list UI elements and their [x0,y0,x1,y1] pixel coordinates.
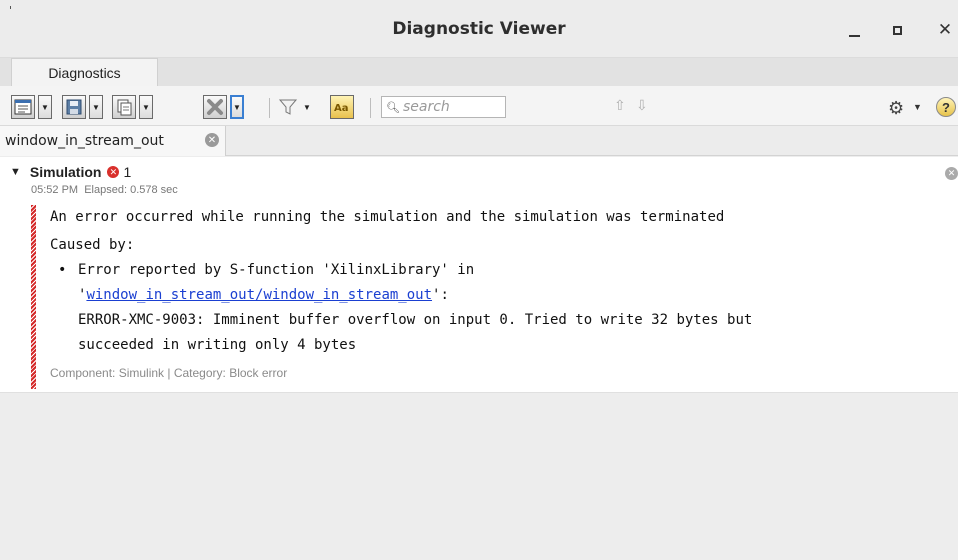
copy-dropdown[interactable]: ▼ [139,95,153,119]
toolbar-separator [269,98,270,118]
svg-text:Aa: Aa [334,103,349,114]
cause-line-1: Error reported by S-function 'XilinxLibr… [78,262,475,278]
block-path-link[interactable]: window_in_stream_out/window_in_stream_ou… [86,287,432,303]
dismiss-icon[interactable]: ✕ [945,167,958,180]
tab-diagnostics[interactable]: Diagnostics [11,58,158,86]
tab-strip: Diagnostics [0,58,958,86]
cause-line-4: succeeded in writing only 4 bytes [78,337,357,353]
caret-down-icon: ▼ [41,102,49,112]
save-dropdown[interactable]: ▼ [89,95,103,119]
error-message: An error occurred while running the simu… [50,209,725,225]
error-icon: ✕ [107,166,120,178]
timestamp: 05:52 PM [31,184,79,196]
diagnostic-panel: ▼ Simulation ✕ 1 05:52 PM Elapsed: 0.578… [0,157,958,393]
cause-line-2: 'window_in_stream_out/window_in_stream_o… [78,287,449,303]
maximize-icon [892,25,902,35]
error-count: 1 [123,164,132,180]
close-icon: ✕ [937,20,953,39]
timestamp-line: 05:52 PM Elapsed: 0.578 sec [31,184,178,196]
collapse-triangle-icon[interactable]: ▼ [10,166,21,178]
copy-button[interactable] [112,95,136,119]
error-marker-bar [31,205,36,389]
settings-caret-icon[interactable]: ▼ [913,102,922,112]
clear-button[interactable] [203,95,227,119]
caret-down-icon: ▼ [142,102,150,112]
title-bar: Diagnostic Viewer ✕ [0,0,958,58]
minimize-button[interactable] [843,20,865,40]
save-icon [66,99,82,115]
simulation-header[interactable]: ▼ Simulation ✕ 1 [10,164,131,180]
save-tool-group: ▼ [62,95,103,119]
cause-line-3: ERROR-XMC-9003: Imminent buffer overflow… [78,312,753,328]
elapsed-time: Elapsed: 0.578 sec [84,184,178,196]
document-tab[interactable]: window_in_stream_out ✕ [0,126,226,156]
search-box[interactable]: 🔍︎ [381,96,506,118]
report-dropdown[interactable]: ▼ [38,95,52,119]
toolbar-separator [370,98,371,118]
document-tab-strip: window_in_stream_out ✕ [0,126,958,156]
search-icon: 🔍︎ [386,101,400,114]
filter-caret-icon[interactable]: ▼ [303,103,311,112]
next-match-icon[interactable]: ⇩ [636,97,648,114]
caret-down-icon: ▼ [92,102,100,112]
component-category: Component: Simulink | Category: Block er… [50,366,288,380]
report-button[interactable] [11,95,35,119]
document-tab-label: window_in_stream_out [5,133,164,149]
close-button[interactable]: ✕ [934,20,956,40]
cause-bullet: • [58,262,67,278]
window-title: Diagnostic Viewer [392,19,566,39]
highlight-button[interactable]: Aa [330,95,354,119]
search-input[interactable] [402,99,503,115]
close-tab-icon[interactable]: ✕ [205,133,219,147]
help-icon[interactable]: ? [936,97,956,117]
highlight-icon: Aa [334,103,349,114]
caused-by-label: Caused by: [50,237,135,253]
report-tool-group: ▼ [11,95,52,119]
copy-tool-group: ▼ [112,95,153,119]
clear-tool-group: ▼ [203,95,244,119]
caret-down-icon: ▼ [233,102,241,112]
toolbar: ▼ ▼ ▼ ▼ ▼ Aa 🔍︎ ⇧ ⇩ ⚙ ▼ ? [0,86,958,126]
highlight-tool-group: Aa [330,95,354,119]
clear-dropdown[interactable]: ▼ [230,95,244,119]
gear-icon[interactable]: ⚙ [888,98,904,119]
clear-icon [207,99,223,115]
filter-tool-group: ▼ [278,95,311,119]
quote-close: ': [432,287,449,303]
window-edge-mark [10,6,11,9]
filter-icon[interactable] [278,97,298,117]
stage-name: Simulation [29,164,102,180]
minimize-icon [848,35,860,37]
report-icon [14,99,32,115]
maximize-button[interactable] [886,20,908,40]
copy-icon [117,99,132,116]
previous-match-icon[interactable]: ⇧ [614,97,626,114]
save-button[interactable] [62,95,86,119]
